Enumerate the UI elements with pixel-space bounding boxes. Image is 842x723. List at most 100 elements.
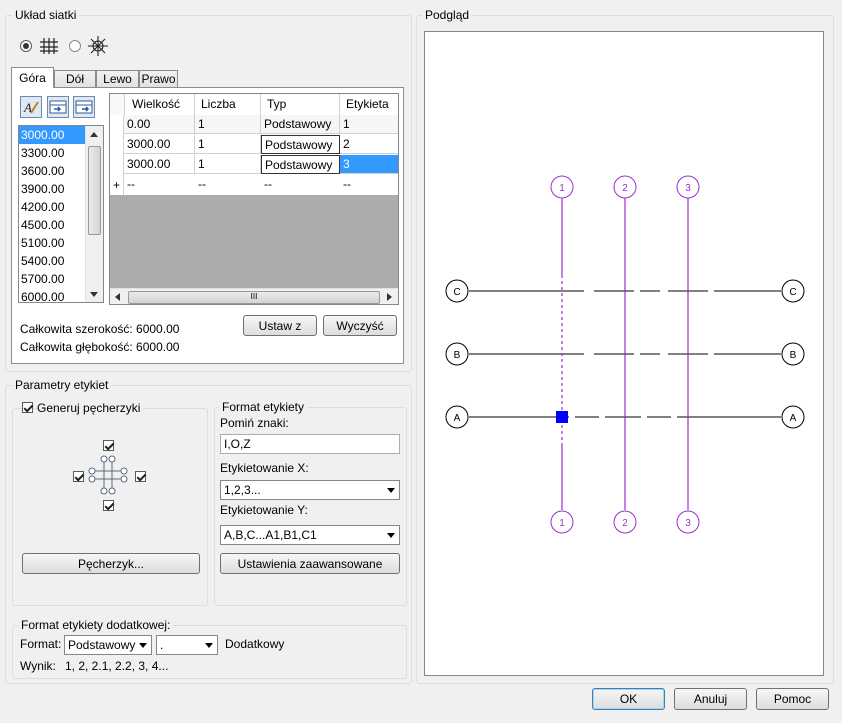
- table-cell[interactable]: 1: [195, 115, 261, 134]
- extra-label: Dodatkowy: [225, 637, 285, 651]
- table-row[interactable]: 3000.00 1 Podstawowy 2: [110, 135, 398, 155]
- table-cell[interactable]: --: [340, 175, 398, 194]
- scroll-right-icon[interactable]: [387, 293, 392, 301]
- table-cell[interactable]: 3000.00: [124, 155, 195, 174]
- edit-label-button[interactable]: A: [20, 96, 42, 118]
- table-row[interactable]: 3000.00 1 Podstawowy 3: [110, 155, 398, 175]
- row-label-right: A: [790, 413, 797, 424]
- format-select[interactable]: Podstawowy: [64, 635, 152, 655]
- omit-chars-label: Pomiń znaki:: [220, 416, 289, 430]
- tab-prawo[interactable]: Prawo: [139, 70, 178, 87]
- table-cell[interactable]: --: [195, 175, 261, 194]
- spacing-scrollbar[interactable]: [85, 126, 103, 302]
- advanced-settings-button[interactable]: Ustawienia zaawansowane: [220, 553, 400, 574]
- total-depth-label: Całkowita głębokość: 6000.00: [20, 340, 180, 354]
- row-header[interactable]: [110, 155, 124, 175]
- label-x-select[interactable]: 1,2,3...: [220, 480, 400, 500]
- row-header[interactable]: +: [110, 175, 124, 195]
- preview-canvas: C C B B A A 1 1 2 2 3 3: [424, 31, 824, 676]
- label-x-label: Etykietowanie X:: [220, 461, 309, 475]
- list-item[interactable]: 3600.00: [19, 162, 87, 180]
- table-cell[interactable]: 1: [340, 115, 398, 134]
- help-button[interactable]: Pomoc: [756, 688, 829, 710]
- scroll-up-icon[interactable]: [90, 132, 98, 137]
- bubble-bottom-checkbox[interactable]: [103, 500, 114, 511]
- extra-format-title: Format etykiety dodatkowej:: [18, 618, 174, 632]
- column-header-count[interactable]: Liczba: [195, 94, 261, 115]
- spacing-listbox[interactable]: 3000.00 3300.00 3600.00 3900.00 4200.00 4500.…: [18, 125, 104, 303]
- column-header-type[interactable]: Typ: [261, 94, 340, 115]
- result-label: Wynik:: [20, 659, 56, 673]
- label-y-select[interactable]: A,B,C...A1,B1,C1: [220, 525, 400, 545]
- separator-select[interactable]: .: [156, 635, 218, 655]
- tab-dol[interactable]: Dół: [54, 70, 96, 87]
- bubble-top-checkbox[interactable]: [103, 440, 114, 451]
- table-cell[interactable]: 1: [195, 155, 261, 174]
- table-cell[interactable]: Podstawowy: [261, 155, 340, 174]
- bubble-left-checkbox[interactable]: [73, 471, 84, 482]
- hscroll-thumb[interactable]: III: [128, 291, 380, 304]
- total-width-label: Całkowita szerokość: 6000.00: [20, 322, 180, 336]
- table-cell[interactable]: 0.00: [124, 115, 195, 134]
- row-header[interactable]: [110, 135, 124, 155]
- row-label-right: C: [789, 287, 796, 298]
- insert-right-button[interactable]: [73, 96, 95, 118]
- list-item[interactable]: 5400.00: [19, 252, 87, 270]
- bubble-layout-icon: [88, 455, 128, 495]
- list-item[interactable]: 3000.00: [19, 126, 87, 144]
- format-label: Format:: [20, 637, 62, 651]
- insert-column-icon: [49, 100, 67, 114]
- table-cell[interactable]: 2: [340, 135, 398, 154]
- table-hscrollbar[interactable]: III: [110, 288, 398, 304]
- set-button[interactable]: Ustaw z: [243, 315, 317, 336]
- column-header-size[interactable]: Wielkość: [124, 94, 195, 115]
- tab-gora[interactable]: Góra: [11, 67, 54, 88]
- list-item[interactable]: 3900.00: [19, 180, 87, 198]
- table-cell[interactable]: 1: [195, 135, 261, 154]
- generate-bubbles-checkbox[interactable]: [22, 402, 33, 413]
- label-y-label: Etykietowanie Y:: [220, 503, 308, 517]
- clear-button[interactable]: Wyczyść: [323, 315, 397, 336]
- cancel-button[interactable]: Anuluj: [674, 688, 747, 710]
- omit-chars-input[interactable]: I,O,Z: [220, 434, 400, 454]
- table-row[interactable]: 0.00 1 Podstawowy 1: [110, 115, 398, 135]
- list-item[interactable]: 4500.00: [19, 216, 87, 234]
- table-cell[interactable]: 3000.00: [124, 135, 195, 154]
- label-format-title: Format etykiety: [219, 400, 308, 414]
- tab-lewo[interactable]: Lewo: [96, 70, 139, 87]
- row-header[interactable]: [110, 115, 124, 135]
- list-item[interactable]: 5700.00: [19, 270, 87, 288]
- append-column-icon: [75, 100, 93, 114]
- table-row[interactable]: + -- -- -- --: [110, 175, 398, 195]
- chevron-down-icon: [387, 533, 395, 538]
- insert-left-button[interactable]: [47, 96, 69, 118]
- chevron-down-icon: [387, 488, 395, 493]
- scroll-down-icon[interactable]: [90, 292, 98, 297]
- ok-button[interactable]: OK: [592, 688, 665, 710]
- table-cell[interactable]: --: [124, 175, 195, 194]
- table-cell[interactable]: Podstawowy: [261, 135, 340, 154]
- scroll-left-icon[interactable]: [115, 293, 120, 301]
- bubble-button[interactable]: Pęcherzyk...: [22, 553, 200, 574]
- spacing-list: 3000.00 3300.00 3600.00 3900.00 4200.00 4500.…: [19, 126, 87, 302]
- table-cell[interactable]: --: [261, 175, 340, 194]
- radial-grid-radio[interactable]: [69, 40, 81, 52]
- chevron-down-icon: [139, 643, 147, 648]
- grid-layout-title: Układ siatki: [12, 8, 80, 22]
- scroll-thumb[interactable]: [88, 146, 101, 235]
- orthogonal-grid-radio[interactable]: [20, 40, 32, 52]
- row-label-left: A: [454, 413, 461, 424]
- list-item[interactable]: 4200.00: [19, 198, 87, 216]
- list-item[interactable]: 3300.00: [19, 144, 87, 162]
- bubble-right-checkbox[interactable]: [135, 471, 146, 482]
- generate-bubbles-label[interactable]: Generuj pęcherzyki: [37, 401, 144, 415]
- column-label-top: 3: [685, 183, 691, 194]
- table-cell[interactable]: 3: [340, 155, 398, 174]
- list-item[interactable]: 6000.00: [19, 288, 87, 302]
- table-cell[interactable]: Podstawowy: [261, 115, 340, 134]
- column-header-label[interactable]: Etykieta: [340, 94, 398, 115]
- list-item[interactable]: 5100.00: [19, 234, 87, 252]
- orthogonal-grid-icon: [40, 38, 58, 54]
- row-label-left: B: [454, 350, 461, 361]
- column-label-bottom: 2: [622, 518, 628, 529]
